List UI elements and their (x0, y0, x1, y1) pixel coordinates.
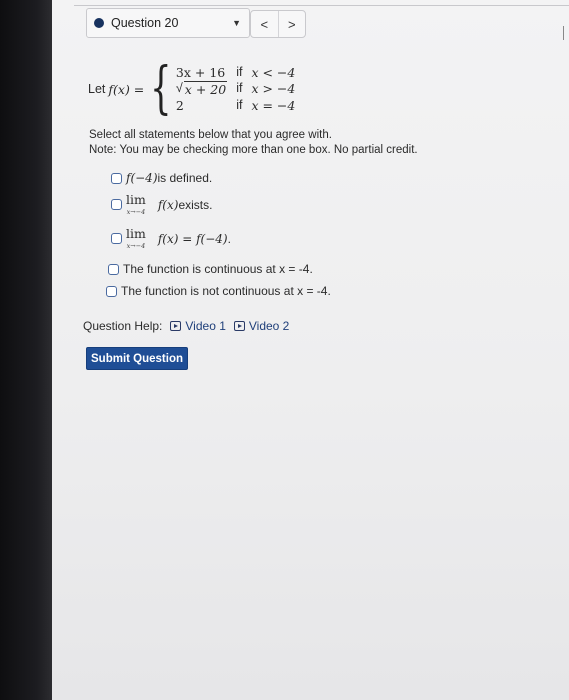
status-dot-icon (94, 18, 104, 28)
case-if: if (236, 98, 243, 112)
lim-subscript: x→−4 (126, 241, 146, 250)
sqrt-icon: √ (175, 81, 183, 95)
option-checkbox[interactable] (111, 172, 122, 184)
let-label: Let (88, 82, 106, 96)
option-limit-exists[interactable]: lim x→−4 f(x) exists. (111, 192, 213, 216)
case-expr: 2 (175, 98, 184, 113)
prev-question-button[interactable]: < (251, 11, 278, 37)
video-play-icon (170, 321, 182, 331)
option-text: The function is continuous at x = -4. (123, 262, 313, 276)
screen-bezel (0, 0, 52, 700)
case-if: if (236, 81, 243, 95)
question-selector[interactable]: Question 20 ▼ (86, 8, 250, 38)
function-name: f(x) = (108, 81, 145, 97)
lim-subscript: x→−4 (126, 207, 146, 216)
case-cond: x = −4 (251, 98, 296, 113)
top-divider (74, 5, 569, 6)
option-text: exists. (178, 197, 213, 212)
video-2-label: Video 2 (248, 319, 290, 333)
case-cond: x > −4 (251, 81, 296, 96)
option-checkbox[interactable] (108, 263, 119, 275)
help-label: Question Help: (83, 319, 163, 333)
brace-symbol: { (150, 56, 172, 121)
video-1-label: Video 1 (185, 319, 226, 333)
option-text: is defined. (157, 171, 213, 185)
option-math: f(x) = f(−4) (157, 231, 228, 246)
limit-notation: lim x→−4 (126, 192, 146, 216)
scroll-edge (563, 26, 564, 40)
option-checkbox[interactable] (111, 199, 122, 210)
video-1-link[interactable]: Video 1 (170, 319, 226, 333)
option-checkbox[interactable] (106, 285, 117, 297)
case-expr: 3x + 16 (175, 65, 226, 80)
option-limit-equals[interactable]: lim x→−4 f(x) = f(−4) . (111, 226, 231, 250)
question-help: Question Help: Video 1 Video 2 (83, 319, 289, 333)
option-checkbox[interactable] (111, 233, 122, 244)
instruction-note: Note: You may be checking more than one … (89, 144, 418, 156)
option-text: . (227, 231, 231, 246)
option-not-continuous[interactable]: The function is not continuous at x = -4… (106, 284, 331, 298)
limit-notation: lim x→−4 (126, 226, 146, 250)
case-if: if (236, 65, 243, 79)
option-f-defined[interactable]: f(−4) is defined. (111, 171, 212, 185)
video-2-link[interactable]: Video 2 (233, 319, 290, 333)
piecewise-cases: 3x + 16 if x < −4 √ x + 20 if x > −4 2 i… (176, 65, 295, 113)
option-math: f(x) (157, 197, 179, 212)
submit-question-button[interactable]: Submit Question (86, 347, 188, 370)
video-play-icon (233, 321, 245, 331)
lim-word: lim (126, 226, 146, 241)
instructions: Select all statements below that you agr… (89, 128, 418, 158)
chevron-down-icon[interactable]: ▼ (232, 18, 241, 28)
case-cond: x < −4 (251, 65, 296, 80)
next-question-button[interactable]: > (277, 11, 306, 37)
case-expr: x + 20 (183, 81, 228, 97)
instruction-line: Select all statements below that you agr… (89, 129, 332, 141)
lim-word: lim (126, 192, 146, 207)
function-definition: Let f(x) = { 3x + 16 if x < −4 √ x + 20 … (88, 60, 295, 118)
option-continuous[interactable]: The function is continuous at x = -4. (108, 262, 313, 276)
option-math: f(−4) (126, 171, 158, 185)
question-title: Question 20 (111, 16, 179, 30)
case-expr-sqrt: √ x + 20 (175, 81, 228, 97)
option-text: The function is not continuous at x = -4… (121, 284, 331, 298)
question-nav: < > (250, 10, 306, 38)
